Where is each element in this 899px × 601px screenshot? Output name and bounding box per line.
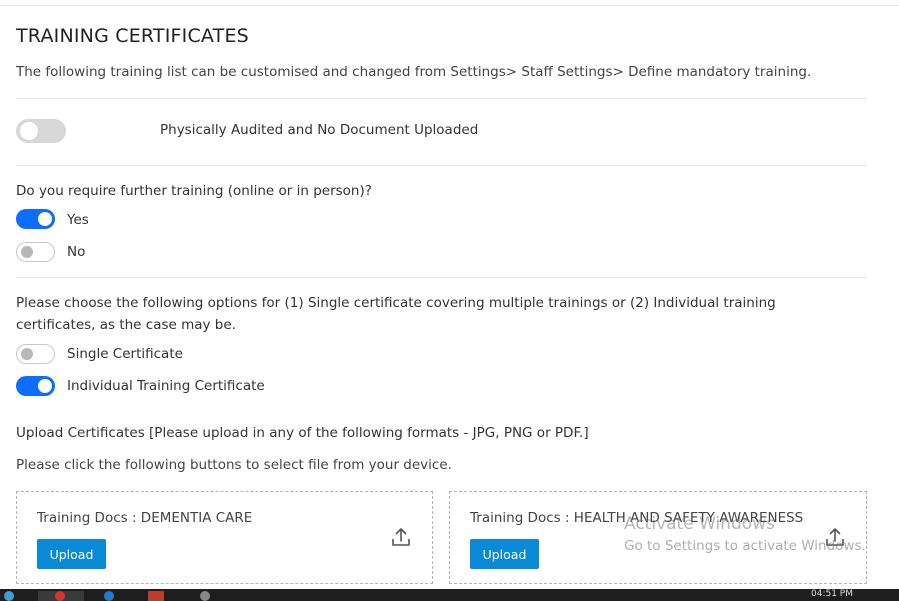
- edge-icon[interactable]: [104, 591, 114, 601]
- upload-card-title: Training Docs : DEMENTIA CARE: [37, 510, 253, 526]
- further-training-yes-label: Yes: [67, 212, 89, 228]
- upload-button[interactable]: Upload: [470, 539, 539, 569]
- toggle-knob: [38, 379, 52, 393]
- upload-instruction: Please click the following buttons to se…: [16, 457, 452, 473]
- app-icon[interactable]: [200, 591, 210, 601]
- further-training-yes-toggle[interactable]: [16, 209, 55, 229]
- divider: [16, 98, 867, 99]
- audit-toggle[interactable]: [16, 119, 66, 143]
- taskbar: 04:51 PM: [0, 589, 899, 601]
- chrome-icon[interactable]: [55, 591, 65, 601]
- toggle-knob: [21, 348, 33, 360]
- single-certificate-toggle[interactable]: [16, 344, 55, 364]
- certificate-type-question: Please choose the following options for …: [16, 295, 776, 333]
- upload-button[interactable]: Upload: [37, 539, 106, 569]
- upload-icon[interactable]: [390, 526, 412, 548]
- taskbar-app-icon[interactable]: [4, 591, 14, 601]
- divider: [16, 277, 867, 278]
- single-certificate-label: Single Certificate: [67, 346, 183, 362]
- top-border: [0, 5, 899, 6]
- toggle-knob: [21, 246, 33, 258]
- activate-windows-subtext: Go to Settings to activate Windows.: [624, 538, 866, 554]
- individual-certificate-toggle[interactable]: [16, 376, 55, 396]
- taskbar-clock: 04:51 PM: [811, 589, 853, 599]
- page-title: TRAINING CERTIFICATES: [16, 25, 249, 47]
- further-training-no-label: No: [67, 244, 86, 260]
- app-icon[interactable]: [148, 591, 164, 601]
- toggle-knob: [20, 122, 38, 140]
- audit-label: Physically Audited and No Document Uploa…: [160, 122, 479, 138]
- divider: [16, 165, 867, 166]
- upload-heading: Upload Certificates [Please upload in an…: [16, 425, 589, 441]
- upload-card-dementia-care: Training Docs : DEMENTIA CARE Upload: [16, 491, 433, 584]
- section-description: The following training list can be custo…: [16, 64, 812, 80]
- further-training-no-toggle[interactable]: [16, 242, 55, 262]
- individual-certificate-label: Individual Training Certificate: [67, 378, 265, 394]
- activate-windows-watermark: Activate Windows: [624, 514, 775, 534]
- toggle-knob: [38, 212, 52, 226]
- further-training-question: Do you require further training (online …: [16, 183, 372, 199]
